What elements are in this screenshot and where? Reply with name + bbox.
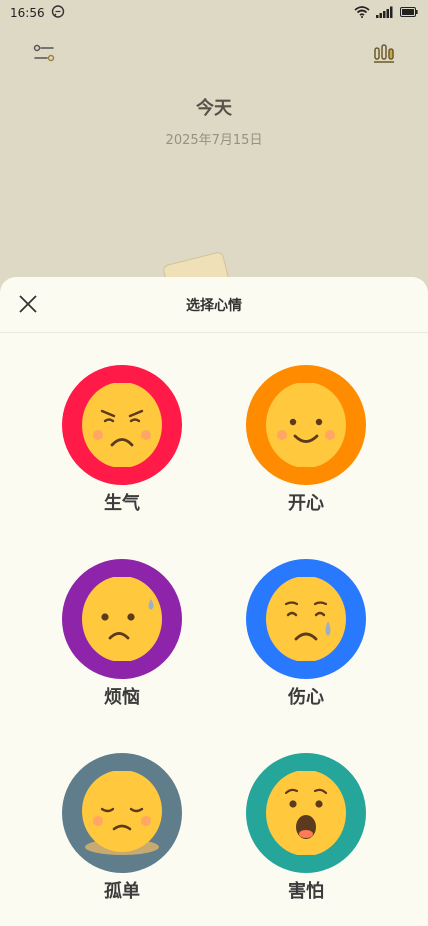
chat-notification-icon	[51, 4, 65, 22]
lonely-face-icon	[82, 771, 162, 855]
date-label: 2025年7月15日	[165, 133, 263, 148]
worried-face-icon	[82, 577, 162, 661]
status-left: 16:56	[10, 4, 65, 22]
sad-face-icon	[266, 577, 346, 661]
mood-option-worried[interactable]: 烦恼	[30, 559, 214, 709]
mood-label: 开心	[288, 493, 324, 514]
sheet-header: 选择心情	[0, 277, 428, 333]
happy-face-icon	[266, 383, 346, 467]
mood-ring[interactable]	[62, 365, 182, 485]
mood-option-happy[interactable]: 开心	[214, 365, 398, 515]
mood-option-angry[interactable]: 生气	[30, 365, 214, 515]
scared-face-icon	[266, 771, 346, 855]
top-bar	[0, 36, 428, 70]
mood-option-sad[interactable]: 伤心	[214, 559, 398, 709]
mood-ring[interactable]	[62, 753, 182, 873]
mood-picker-sheet: 选择心情 生气 开心 烦恼 伤心 孤单 害怕	[0, 277, 428, 926]
battery-icon	[400, 6, 418, 20]
sheet-title: 选择心情	[186, 298, 242, 314]
mood-label: 烦恼	[104, 687, 140, 708]
mood-option-lonely[interactable]: 孤单	[30, 753, 214, 903]
wifi-icon	[354, 5, 370, 21]
mood-label: 生气	[104, 493, 140, 514]
status-time: 16:56	[10, 6, 45, 20]
status-right	[354, 5, 418, 21]
mood-label: 害怕	[288, 881, 324, 902]
mood-ring[interactable]	[246, 753, 366, 873]
angry-face-icon	[82, 383, 162, 467]
mood-ring[interactable]	[62, 559, 182, 679]
signal-icon	[376, 6, 394, 21]
status-bar: 16:56	[0, 0, 428, 26]
mood-label: 孤单	[104, 881, 140, 902]
page-title: 今天	[196, 98, 232, 119]
mood-ring[interactable]	[246, 559, 366, 679]
mood-option-scared[interactable]: 害怕	[214, 753, 398, 903]
mood-label: 伤心	[288, 687, 324, 708]
bar-chart-icon[interactable]	[367, 36, 401, 70]
mood-grid: 生气 开心 烦恼 伤心 孤单 害怕	[0, 365, 428, 903]
mood-ring[interactable]	[246, 365, 366, 485]
filter-sliders-icon[interactable]	[27, 36, 61, 70]
